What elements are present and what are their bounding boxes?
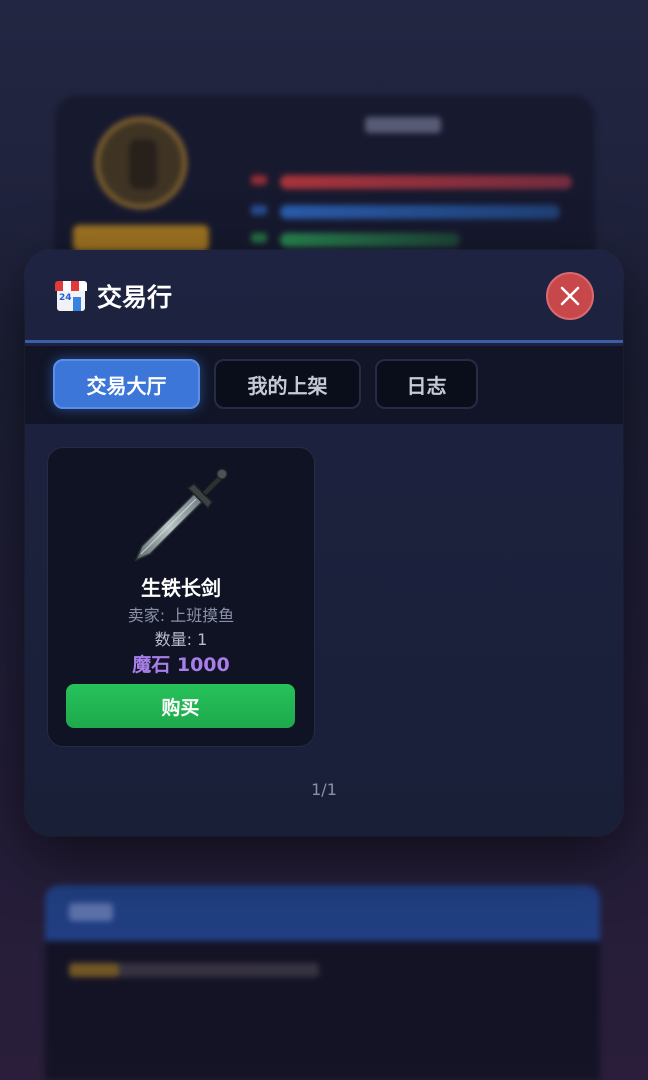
buy-button[interactable]: 购买 [66, 684, 295, 728]
background-hp-bar [280, 175, 572, 189]
pagination: 1/1 [311, 780, 337, 799]
item-name: 生铁长剑 [141, 576, 221, 600]
convenience-store-icon: 24 [55, 281, 87, 311]
background-character-name [365, 117, 441, 133]
tab-trading-hall[interactable]: 交易大厅 [53, 359, 200, 409]
close-icon [560, 286, 580, 306]
item-quantity: 数量: 1 [154, 630, 208, 649]
tab-bar: 交易大厅 我的上架 日志 [25, 346, 623, 424]
background-avatar [95, 117, 187, 209]
background-panel [45, 885, 600, 1080]
tab-my-listings[interactable]: 我的上架 [214, 359, 361, 409]
modal-header: 24 交易行 [25, 250, 623, 343]
trading-house-modal: 24 交易行 交易大厅 我的上架 日志 生铁长剑 卖家: 上班摸鱼 数量: 1 … [25, 250, 623, 836]
item-seller: 卖家: 上班摸鱼 [127, 606, 235, 625]
listing-card: 生铁长剑 卖家: 上班摸鱼 数量: 1 魔石 1000 购买 [47, 447, 315, 747]
item-price: 魔石 1000 [132, 654, 230, 676]
sword-icon [134, 468, 228, 562]
modal-title: 24 交易行 [55, 278, 172, 314]
background-character-card [55, 95, 595, 275]
background-mp-bar [280, 205, 560, 219]
tab-log[interactable]: 日志 [375, 359, 478, 409]
modal-title-text: 交易行 [97, 283, 173, 312]
background-xp-bar [280, 233, 460, 247]
background-level-badge [73, 225, 209, 251]
close-button[interactable] [546, 272, 594, 320]
